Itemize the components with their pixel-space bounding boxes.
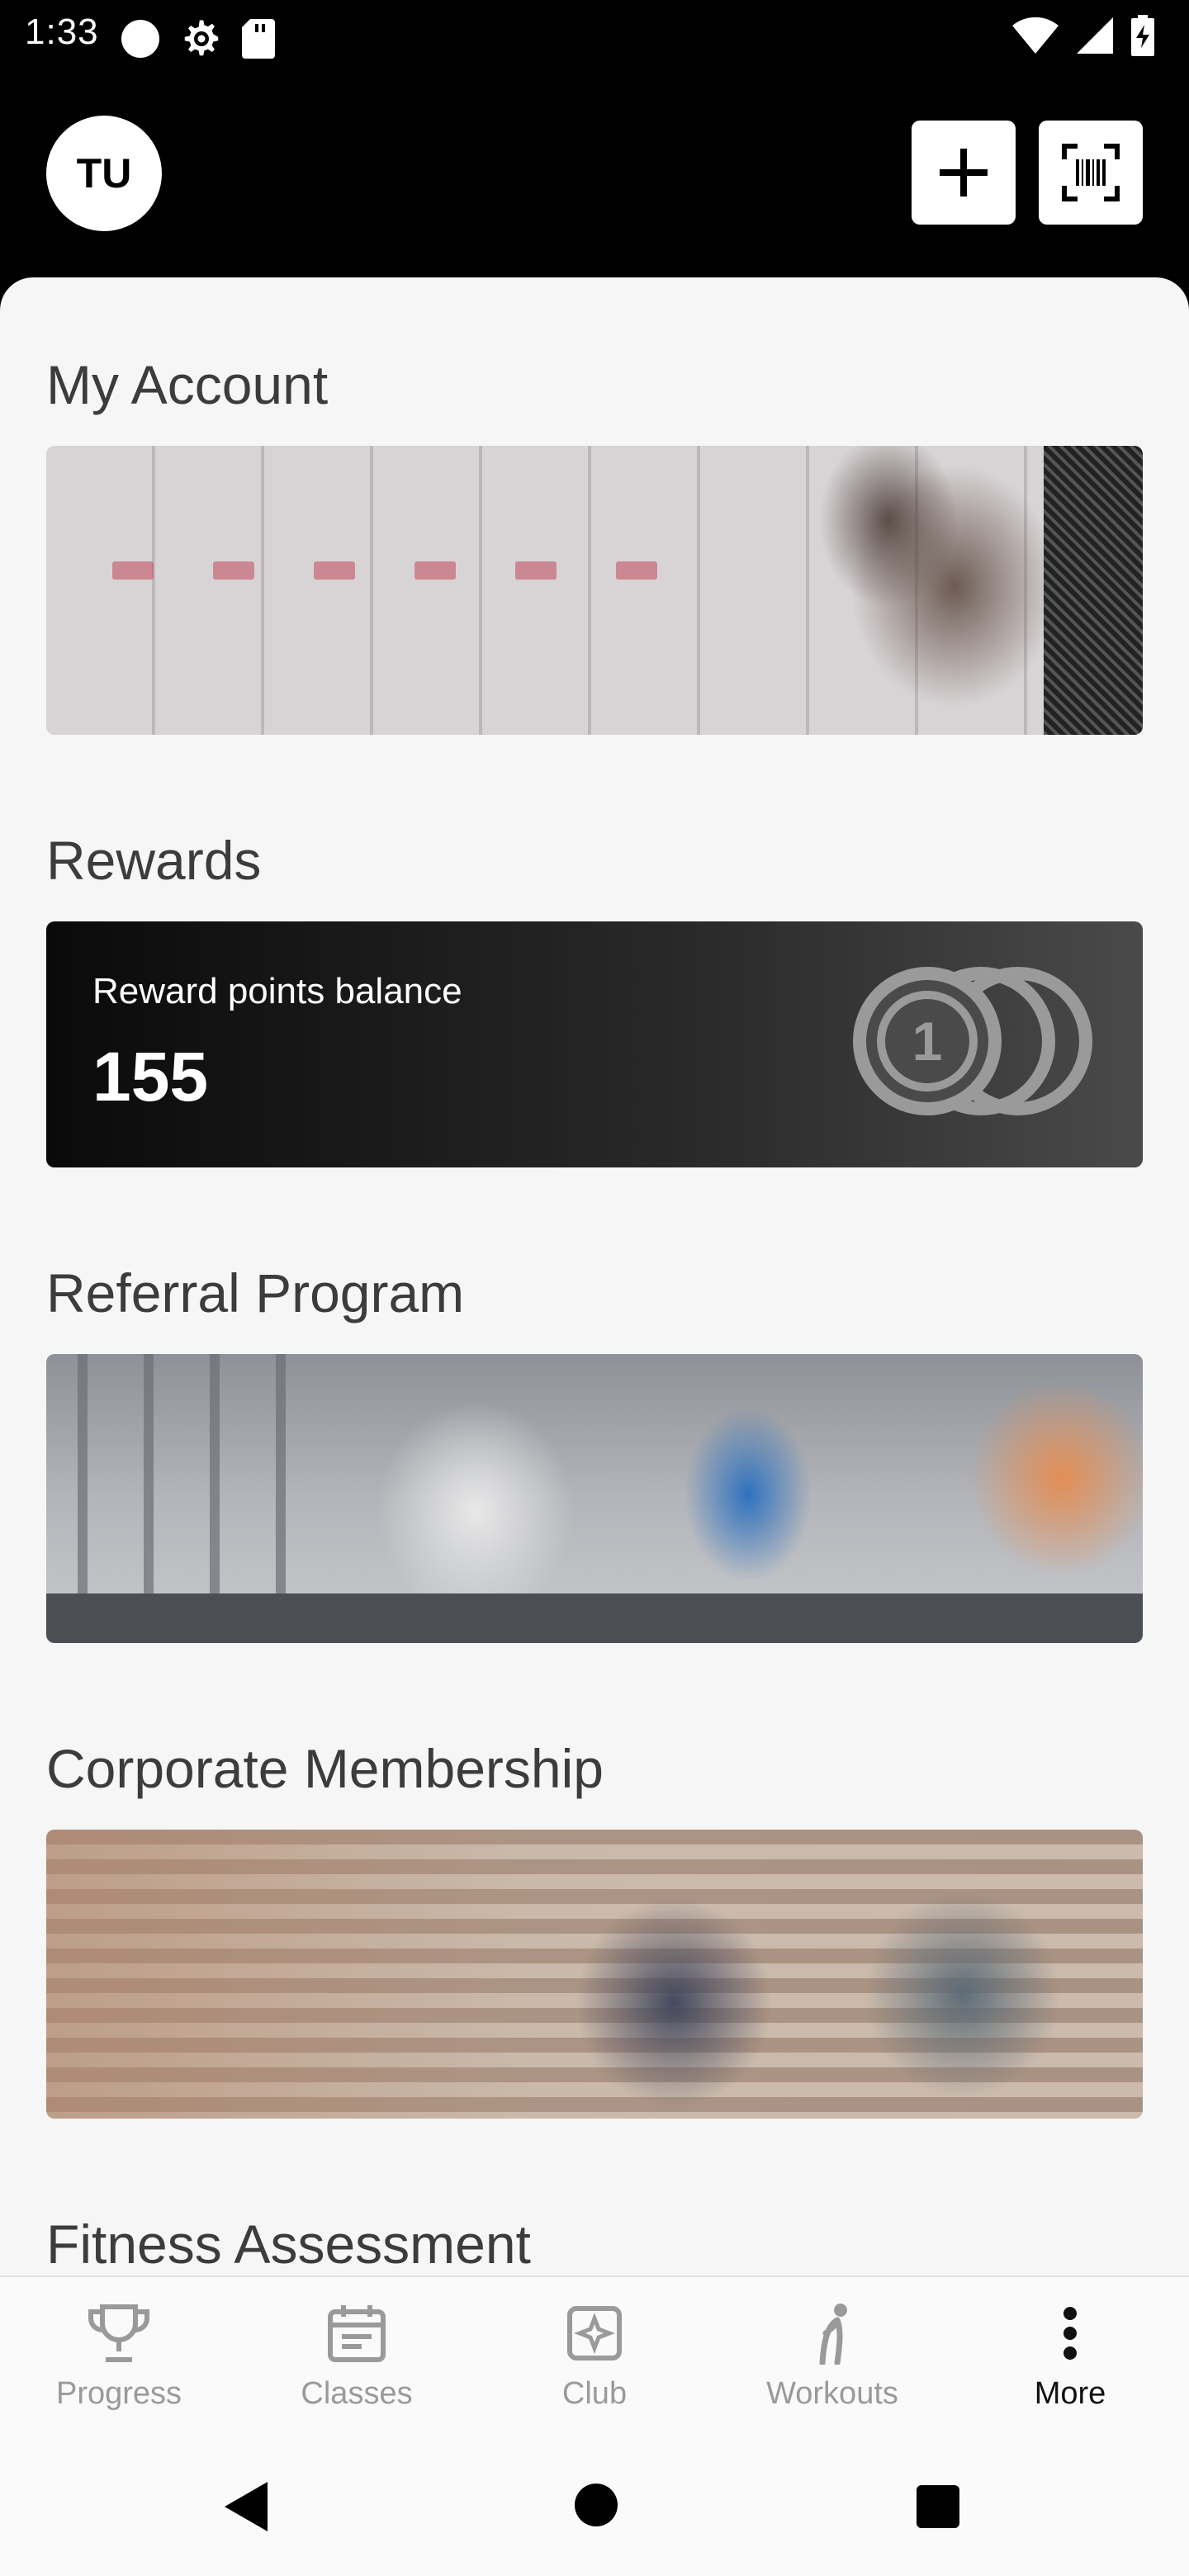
nav-item-classes[interactable]: Classes — [238, 2302, 476, 2412]
locker-numbers-image — [112, 561, 657, 580]
plus-icon — [940, 149, 988, 197]
system-nav-bar — [0, 2432, 1189, 2576]
back-icon[interactable] — [225, 2482, 271, 2531]
home-icon[interactable] — [575, 2484, 618, 2526]
recents-icon[interactable] — [917, 2485, 959, 2528]
sd-card-icon — [242, 19, 275, 59]
app-header: TU — [0, 74, 1189, 281]
nav-label: Progress — [55, 2376, 182, 2411]
circle-notification-icon — [121, 20, 159, 58]
add-button[interactable] — [912, 121, 1016, 225]
nav-label: Club — [561, 2376, 628, 2411]
gear-icon — [184, 20, 219, 56]
wifi-icon — [1012, 17, 1059, 54]
battery-charging-icon — [1131, 15, 1154, 56]
my-account-card[interactable] — [46, 446, 1143, 735]
coins-icon: 1 — [853, 967, 1092, 1115]
bottom-nav: Progress Classes Club Workouts More — [0, 2275, 1189, 2432]
section-title-my-account: My Account — [46, 354, 329, 415]
scan-button[interactable] — [1039, 121, 1143, 225]
nav-label: Classes — [301, 2376, 413, 2411]
coin-number: 1 — [912, 1011, 943, 1072]
status-bar: 1:33 — [0, 0, 1189, 74]
nav-item-progress[interactable]: Progress — [0, 2302, 238, 2412]
mesh-image — [1044, 446, 1143, 735]
status-time: 1:33 — [25, 12, 99, 52]
signal-icon — [1077, 17, 1113, 54]
section-title-corporate-membership: Corporate Membership — [46, 1738, 604, 1799]
reward-balance-value: 155 — [92, 1038, 209, 1115]
content-sheet[interactable]: My Account Rewards Reward points balance… — [0, 277, 1189, 2275]
nav-label: More — [1034, 2376, 1106, 2411]
corporate-membership-card[interactable] — [46, 1830, 1143, 2119]
nav-item-more[interactable]: More — [951, 2302, 1189, 2412]
runner-icon — [819, 2304, 847, 2365]
avatar[interactable]: TU — [46, 116, 162, 231]
club-icon — [567, 2306, 622, 2361]
more-vertical-icon — [1063, 2307, 1077, 2360]
referral-program-card[interactable] — [46, 1354, 1143, 1643]
rewards-card[interactable]: Reward points balance 155 1 — [46, 921, 1143, 1167]
trophy-icon — [88, 2304, 149, 2362]
calendar-icon — [328, 2305, 386, 2362]
barcode-scan-icon — [1062, 144, 1120, 201]
nav-item-workouts[interactable]: Workouts — [713, 2302, 951, 2412]
nav-label: Workouts — [766, 2376, 898, 2411]
section-title-referral-program: Referral Program — [46, 1262, 465, 1324]
reward-balance-label: Reward points balance — [92, 971, 462, 1011]
section-title-fitness-assessment: Fitness Assessment — [46, 2214, 531, 2275]
section-title-rewards: Rewards — [46, 830, 262, 891]
nav-item-club[interactable]: Club — [476, 2302, 713, 2412]
